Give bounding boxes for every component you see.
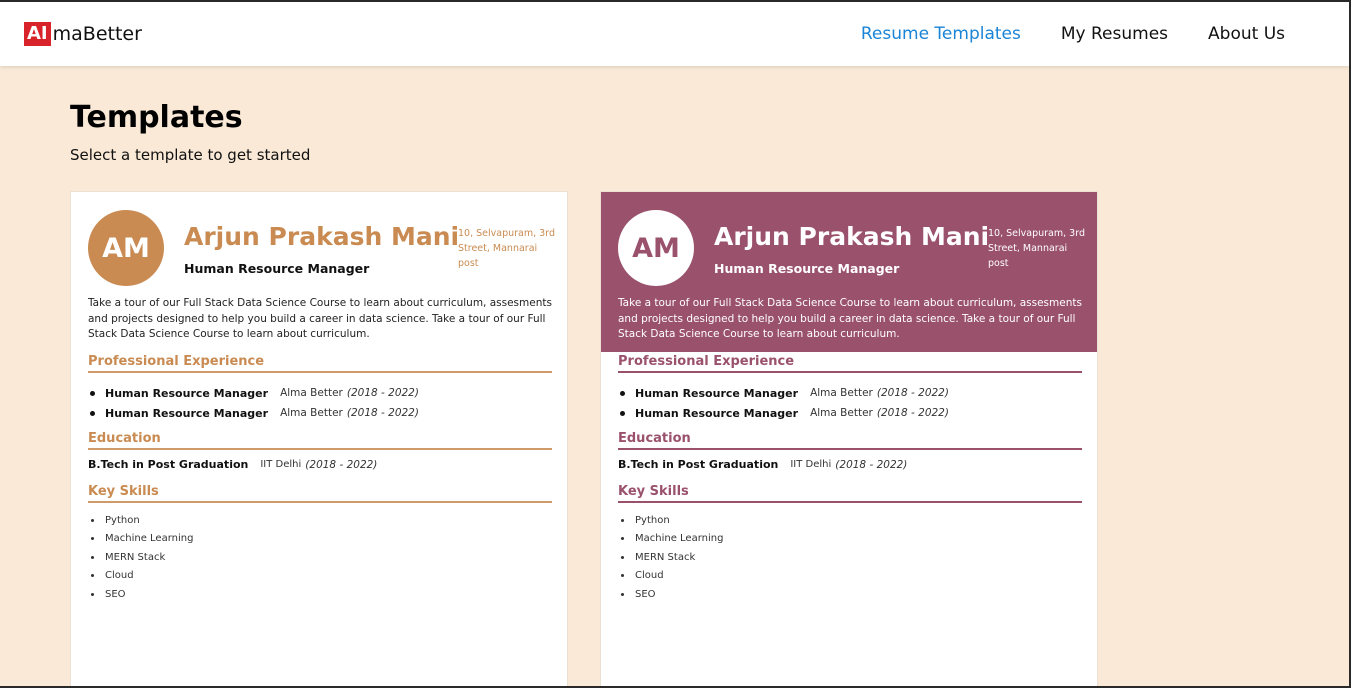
navbar: AI maBetter Resume Templates My Resumes … [0,2,1349,66]
resume-header: AM Arjun Prakash Mani Human Resource Man… [601,192,1097,352]
avatar: AM [618,210,694,286]
experience-years: (2018 - 2022) [346,387,419,399]
logo-ai-mark: AI [24,22,51,46]
experience-item: Human Resource Manager Alma Better (2018… [88,383,552,403]
experience-years: (2018 - 2022) [876,407,949,419]
experience-org: Alma Better [280,387,343,399]
education-degree: B.Tech in Post Graduation [618,458,779,471]
experience-item: Human Resource Manager Alma Better (2018… [618,403,1082,423]
page-subtitle: Select a template to get started [70,146,311,164]
experience-item: Human Resource Manager Alma Better (2018… [618,383,1082,403]
bullet-icon [621,518,624,522]
bullet-icon [620,390,625,396]
skill-label: MERN Stack [635,551,696,563]
skill-label: MERN Stack [105,551,166,563]
bullet-icon [91,537,94,541]
nav-my-resumes[interactable]: My Resumes [1061,24,1168,44]
experience-org: Alma Better [810,407,873,419]
skill-label: SEO [105,588,126,600]
skill-label: Cloud [105,570,134,582]
experience-item: Human Resource Manager Alma Better (2018… [88,403,552,423]
skill-item: Machine Learning [88,530,552,549]
main-nav: Resume Templates My Resumes About Us [821,2,1285,66]
skill-item: Cloud [618,567,1082,586]
nav-resume-templates[interactable]: Resume Templates [861,24,1021,44]
page-title: Templates [70,100,243,135]
resume-role: Human Resource Manager [184,261,370,276]
experience-years: (2018 - 2022) [876,387,949,399]
skills-title: Key Skills [88,484,552,503]
resume-address: 10, Selvapuram, 3rd Street, Mannarai pos… [988,228,1085,269]
almabetter-logo[interactable]: AI maBetter [24,22,142,46]
experience-org: Alma Better [810,387,873,399]
resume-role: Human Resource Manager [714,261,900,276]
education-degree: B.Tech in Post Graduation [88,458,249,471]
education-institute: IIT Delhi [790,459,832,470]
skill-label: Python [635,514,670,526]
bullet-icon [621,574,624,578]
education-years: (2018 - 2022) [305,458,378,471]
bullet-icon [90,390,95,396]
education-section: Education B.Tech in Post Graduation IIT … [618,431,1082,471]
skills-title: Key Skills [618,484,1082,503]
bullet-icon [90,410,95,416]
skill-item: Python [618,511,1082,530]
skill-item: SEO [618,585,1082,604]
bullet-icon [91,518,94,522]
template-card-1[interactable]: AM Arjun Prakash Mani Human Resource Man… [70,191,568,688]
bullet-icon [91,574,94,578]
experience-section: Professional Experience Human Resource M… [88,354,552,423]
skills-section: Key Skills Python Machine Learning MERN … [618,484,1082,604]
logo-wordmark: maBetter [52,23,142,45]
resume-summary: Take a tour of our Full Stack Data Scien… [618,297,1082,340]
bullet-icon [91,555,94,559]
skills-section: Key Skills Python Machine Learning MERN … [88,484,552,604]
skill-item: MERN Stack [88,548,552,567]
resume-header: AM Arjun Prakash Mani Human Resource Man… [71,192,567,352]
resume-name: Arjun Prakash Mani [184,222,460,251]
education-institute: IIT Delhi [260,459,302,470]
education-title: Education [88,431,552,450]
skill-label: Machine Learning [105,533,194,545]
education-item: B.Tech in Post Graduation IIT Delhi (201… [618,458,1082,471]
skill-label: Cloud [635,570,664,582]
experience-role: Human Resource Manager [635,406,799,420]
bullet-icon [91,592,94,596]
experience-org: Alma Better [280,407,343,419]
experience-role: Human Resource Manager [105,386,269,400]
nav-about-us[interactable]: About Us [1208,24,1285,44]
skill-label: SEO [635,588,656,600]
skill-item: SEO [88,585,552,604]
skill-item: Machine Learning [618,530,1082,549]
experience-section: Professional Experience Human Resource M… [618,354,1082,423]
bullet-icon [620,410,625,416]
resume-summary: Take a tour of our Full Stack Data Scien… [88,297,552,340]
education-section: Education B.Tech in Post Graduation IIT … [88,431,552,471]
experience-role: Human Resource Manager [105,406,269,420]
education-item: B.Tech in Post Graduation IIT Delhi (201… [88,458,552,471]
skill-item: Cloud [88,567,552,586]
avatar: AM [88,210,164,286]
resume-address: 10, Selvapuram, 3rd Street, Mannarai pos… [458,228,555,269]
skill-label: Python [105,514,140,526]
experience-years: (2018 - 2022) [346,407,419,419]
skill-item: MERN Stack [618,548,1082,567]
experience-role: Human Resource Manager [635,386,799,400]
bullet-icon [621,555,624,559]
experience-title: Professional Experience [618,354,1082,373]
bullet-icon [621,537,624,541]
template-card-2[interactable]: AM Arjun Prakash Mani Human Resource Man… [600,191,1098,688]
education-title: Education [618,431,1082,450]
bullet-icon [621,592,624,596]
education-years: (2018 - 2022) [835,458,908,471]
skill-item: Python [88,511,552,530]
experience-title: Professional Experience [88,354,552,373]
resume-name: Arjun Prakash Mani [714,222,990,251]
skill-label: Machine Learning [635,533,724,545]
